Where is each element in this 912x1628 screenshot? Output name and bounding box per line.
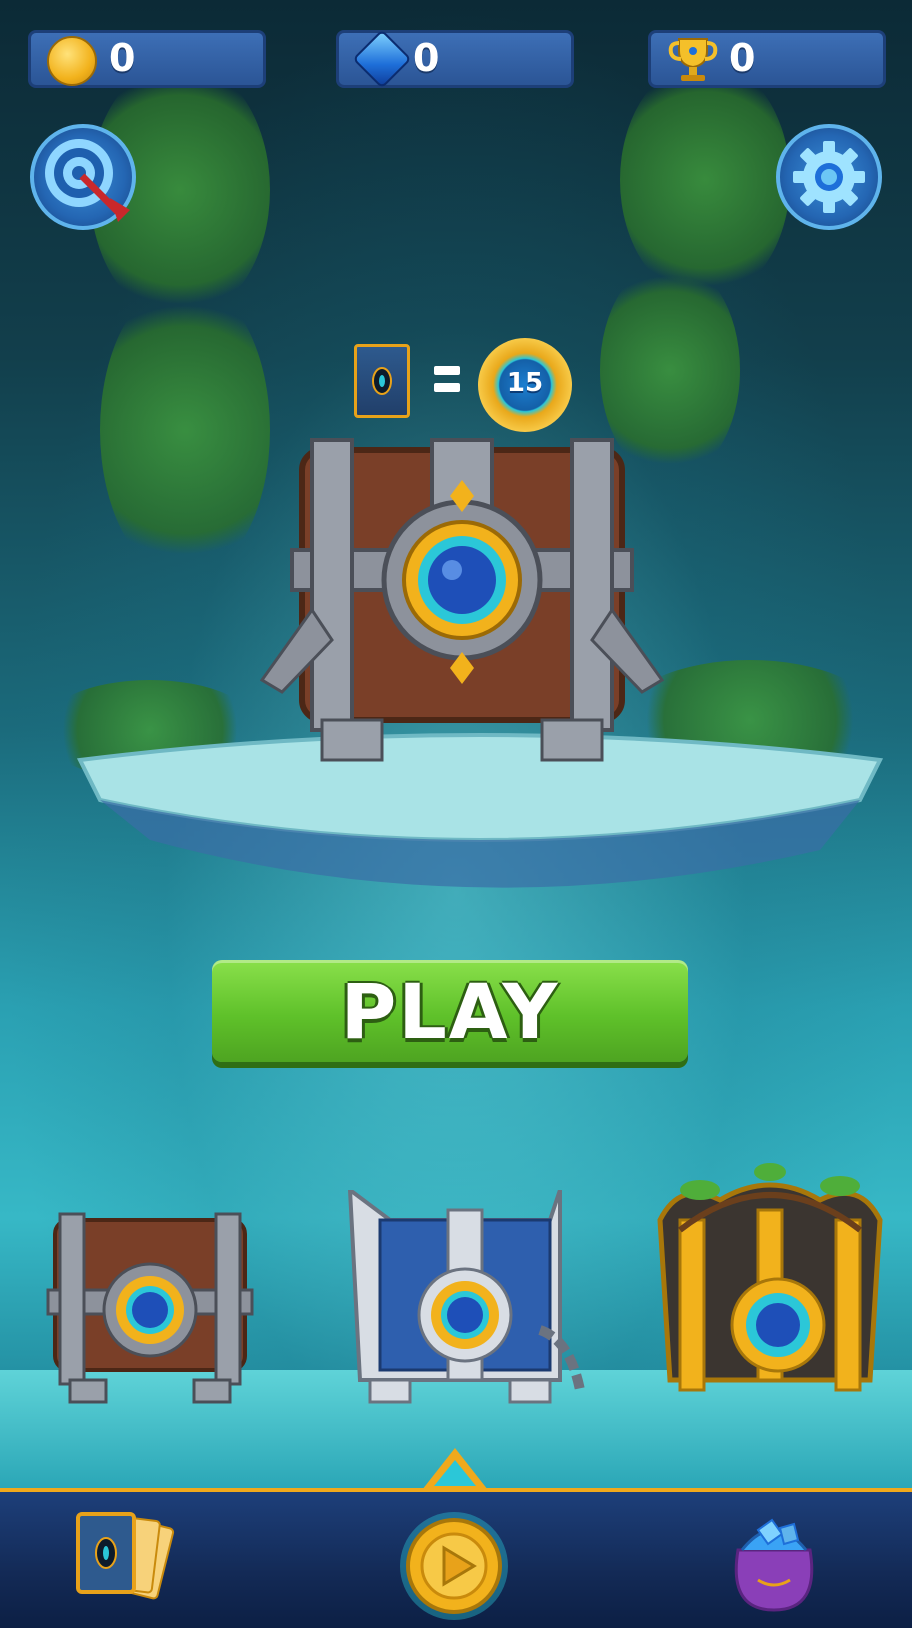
main-chest[interactable] <box>252 430 672 790</box>
golden-chest[interactable] <box>640 1160 900 1420</box>
wooden-chest[interactable] <box>30 1210 270 1410</box>
coin-counter: 0 <box>28 30 266 88</box>
trophy-counter: 0 <box>648 30 886 88</box>
trophy-count: 0 <box>729 36 756 80</box>
gem-icon <box>352 29 412 89</box>
vine-decoration <box>100 280 270 580</box>
nav-indicator-icon <box>422 1448 488 1490</box>
silver-chest[interactable] <box>340 1190 600 1420</box>
trophy-icon <box>668 38 718 81</box>
nav-play-button[interactable] <box>398 1510 510 1622</box>
play-button[interactable]: PLAY <box>212 960 688 1062</box>
card-exchange-info: 15 <box>352 338 578 432</box>
settings-button[interactable] <box>776 124 882 230</box>
card-icon <box>354 344 410 418</box>
play-label: PLAY <box>340 967 560 1056</box>
coin-icon <box>47 36 97 86</box>
nav-cards-button[interactable] <box>74 1510 184 1610</box>
gem-bag-icon <box>734 1518 814 1612</box>
coin-count: 0 <box>109 36 136 80</box>
value-badge: 15 <box>478 338 572 432</box>
vine-decoration <box>620 60 790 300</box>
target-icon <box>45 139 130 222</box>
nav-gem-bag-button[interactable] <box>718 1510 830 1614</box>
missions-button[interactable] <box>30 124 136 230</box>
equals-icon <box>434 366 460 394</box>
gem-counter: 0 <box>336 29 574 89</box>
play-icon <box>400 1512 508 1620</box>
gear-icon <box>793 141 865 213</box>
gem-count: 0 <box>413 36 440 80</box>
cards-icon <box>76 1512 175 1600</box>
badge-value: 15 <box>506 368 544 398</box>
